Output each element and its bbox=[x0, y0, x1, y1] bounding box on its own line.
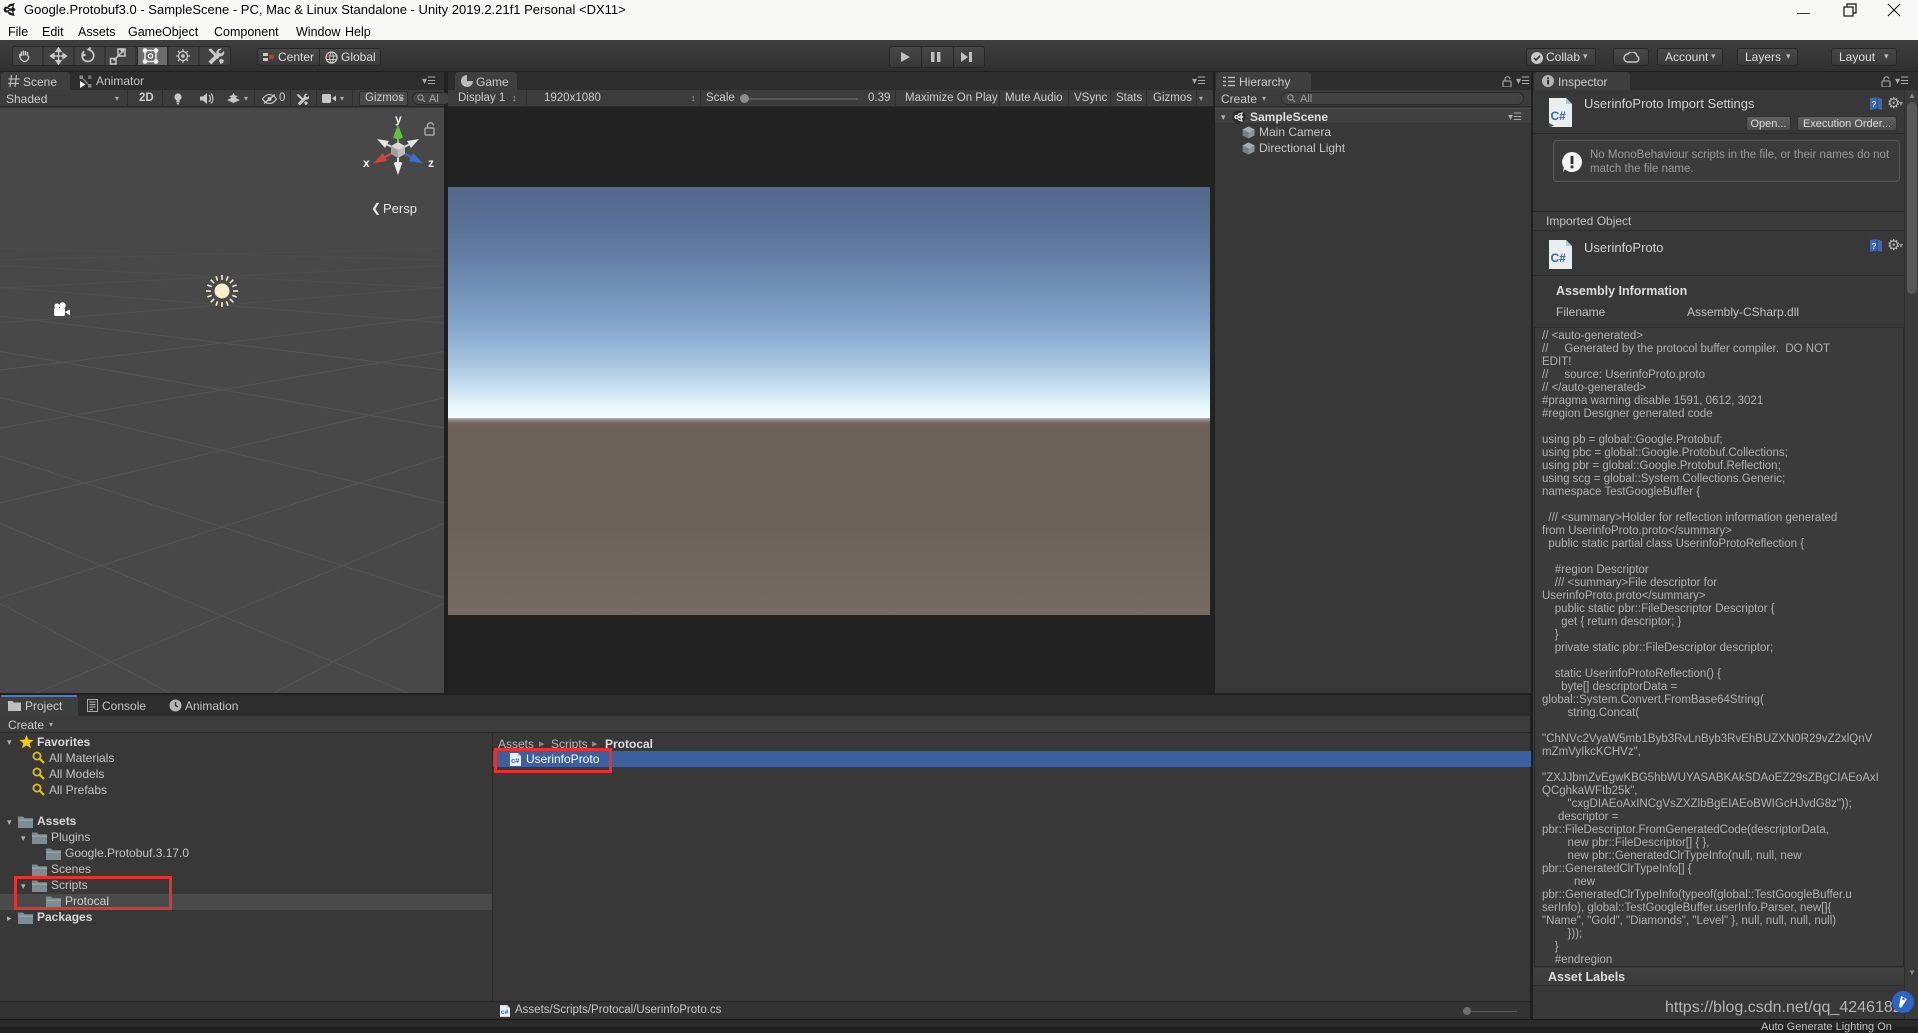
svg-text:c#: c# bbox=[501, 1009, 509, 1016]
svg-text:C#: C# bbox=[1551, 109, 1567, 123]
svg-text:x: x bbox=[363, 156, 370, 170]
svg-text:c#: c# bbox=[511, 756, 520, 765]
svg-text:z: z bbox=[428, 156, 434, 170]
svg-text:C#: C# bbox=[1551, 251, 1567, 265]
svg-text:?: ? bbox=[1872, 241, 1877, 251]
svg-text:?: ? bbox=[1872, 99, 1877, 109]
svg-text:y: y bbox=[395, 116, 402, 126]
